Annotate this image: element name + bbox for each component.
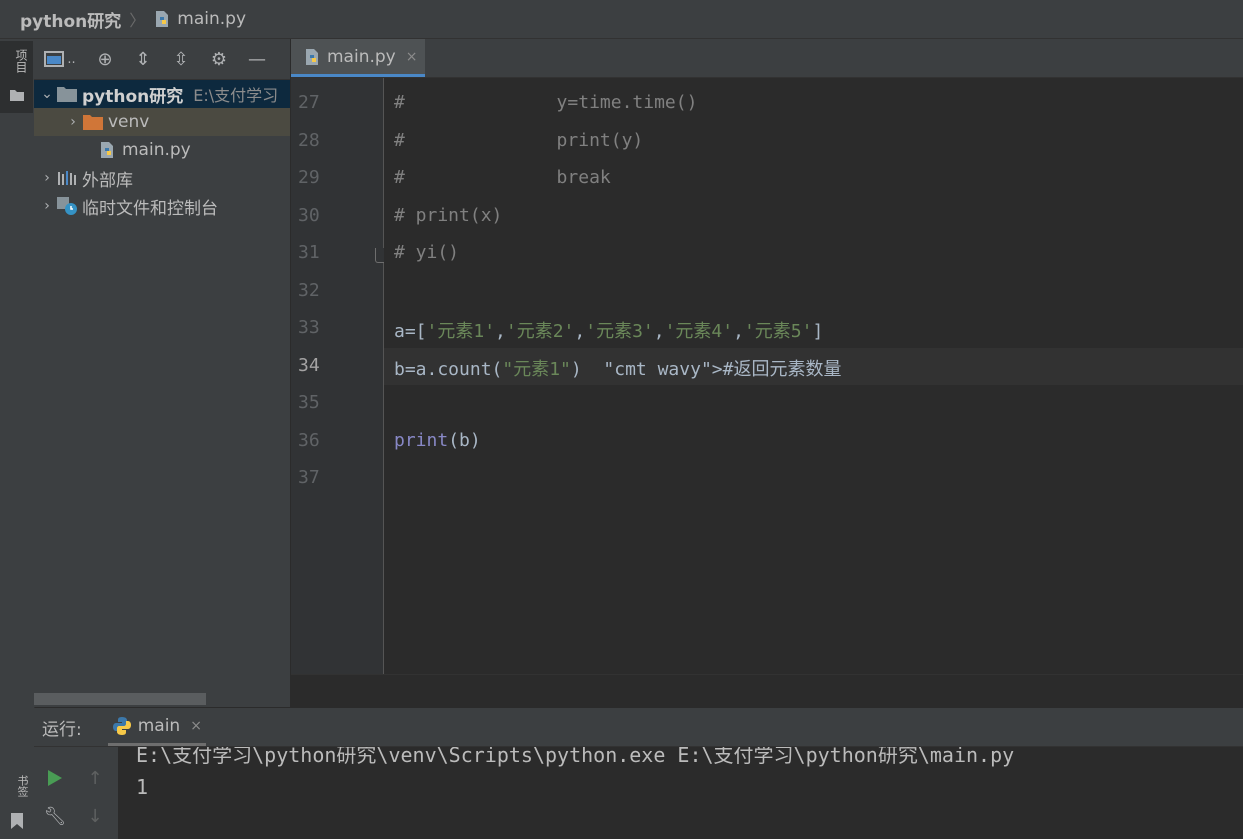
project-panel: .. ⊕ ⇕ ⇳ ⚙ — ⌄ python研究 E:\支付学习 › venv m… [34,39,291,707]
close-icon[interactable]: × [406,49,418,65]
expand-all-icon: ⇕ [135,48,151,70]
tree-item-label: 外部库 [82,170,133,191]
chevron-right-icon[interactable]: › [64,114,82,130]
close-icon[interactable]: × [190,718,202,734]
run-panel: 运行: main × ↑ 🔧︎ ↓ E:\支付学习\python研究\venv\… [34,708,1243,839]
code-line: # break [394,167,611,188]
line-number: 32 [298,280,320,301]
locate-file-button[interactable]: ⊕ [86,39,124,79]
bookmarks-tool-tab[interactable]: 书签 [0,773,33,839]
library-icon [56,169,78,187]
line-number: 31 [298,242,320,263]
run-panel-header: 运行: main × [34,708,1243,747]
code-line-count-call: b=a.count("元素1") "cmt wavy">#返回元素数量 [394,359,842,380]
project-tool-tab[interactable]: 项目 [0,41,33,113]
code-line: # y=time.time() [394,92,698,113]
python-file-icon [96,141,118,159]
settings-button[interactable]: ⚙ [200,39,238,79]
scratches-icon [56,197,78,215]
chevron-right-icon[interactable]: › [38,198,56,214]
run-tab-main[interactable]: main × [107,708,206,746]
tree-item-scratches[interactable]: › 临时文件和控制台 [34,192,290,220]
line-number: 29 [298,167,320,188]
project-root-path: E:\支付学习 [193,86,279,105]
breadcrumb-project[interactable]: python研究 [20,7,121,32]
project-toolbar: .. ⊕ ⇕ ⇳ ⚙ — [34,39,290,80]
folder-icon [10,89,24,105]
code-editor[interactable]: # y=time.time() # print(y) # break # pri… [384,78,1243,674]
view-selector-label: .. [67,51,76,67]
line-number: 35 [298,392,320,413]
editor-bottom-area [291,674,1243,708]
arrow-down-icon: ↓ [87,805,103,827]
python-file-icon [153,10,171,28]
play-icon [47,769,63,787]
gear-icon: ⚙ [210,48,228,70]
tree-item-main-py[interactable]: main.py [34,136,290,164]
tree-item-label: 临时文件和控制台 [82,198,218,219]
scroll-up-button[interactable]: ↑ [80,763,110,793]
code-line: # yi() [394,242,460,263]
tree-item-label: main.py [122,140,191,160]
collapse-all-icon: ⇳ [173,48,189,70]
python-file-icon [303,48,321,66]
code-line: # print(y) [394,130,644,151]
wrench-icon: 🔧︎ [43,805,67,827]
line-number: 33 [298,317,320,338]
bookmarks-tab-label: 书签 [16,775,29,797]
minimize-icon: — [248,48,266,70]
folder-icon [56,85,78,103]
breadcrumb-file[interactable]: main.py [177,9,246,29]
tab-main-py[interactable]: main.py × [291,39,425,77]
current-line-number: 34 [298,355,320,376]
horizontal-scrollbar[interactable] [34,693,206,705]
tree-item-external-libraries[interactable]: › 外部库 [34,164,290,192]
rerun-button[interactable] [40,763,70,793]
line-number: 28 [298,130,320,151]
navigation-bar: python研究 〉 main.py [0,0,1243,39]
run-toolbar: ↑ 🔧︎ ↓ [34,747,118,839]
hide-panel-button[interactable]: — [238,39,276,79]
python-icon [112,716,132,736]
folder-icon [82,113,104,131]
run-tab-label: main [137,715,181,736]
line-number: 36 [298,430,320,451]
tab-label: main.py [327,46,396,67]
project-tab-label: 项目 [14,49,28,73]
editor-tab-bar: main.py × [291,39,1243,78]
collapse-all-button[interactable]: ⇳ [162,39,200,79]
left-tool-strip: 项目 书签 [0,39,35,839]
code-line: # print(x) [394,205,503,226]
line-number-gutter: 27 28 29 30 31 32 33 34 35 36 37 [291,78,389,674]
line-number: 30 [298,205,320,226]
crosshair-icon: ⊕ [97,48,113,70]
bookmark-icon [11,813,23,833]
project-root-name: python研究 [82,86,184,107]
run-panel-title: 运行: [42,719,82,740]
tree-item-label: venv [108,112,150,132]
console-command-line: E:\支付学习\python研究\venv\Scripts\python.exe… [136,747,1015,767]
run-console[interactable]: E:\支付学习\python研究\venv\Scripts\python.exe… [118,747,1243,839]
settings-button[interactable]: 🔧︎ [40,801,70,831]
expand-all-button[interactable]: ⇕ [124,39,162,79]
code-line-list-assignment: a=['元素1','元素2','元素3','元素4','元素5'] [394,321,824,342]
breadcrumb-separator: 〉 [129,11,146,30]
tree-item-venv[interactable]: › venv [34,108,290,136]
chevron-down-icon[interactable]: ⌄ [38,86,56,102]
tree-root-project[interactable]: ⌄ python研究 E:\支付学习 [34,80,290,108]
arrow-up-icon: ↑ [87,767,103,789]
line-number: 37 [298,467,320,488]
line-number: 27 [298,92,320,113]
code-line-print: print(b) [394,430,481,451]
project-view-selector[interactable]: .. [34,39,86,79]
scroll-down-button[interactable]: ↓ [80,801,110,831]
chevron-right-icon[interactable]: › [38,170,56,186]
window-icon [44,51,65,67]
console-output-line: 1 [136,775,149,799]
